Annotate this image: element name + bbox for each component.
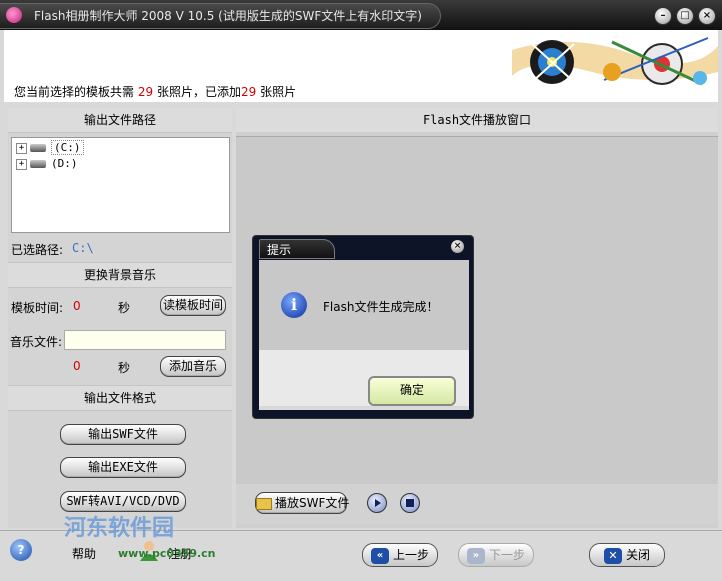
stop-button[interactable] — [400, 493, 420, 513]
info-icon: i — [281, 292, 307, 318]
export-exe-button[interactable]: 输出EXE文件 — [60, 457, 186, 478]
drive-label: (C:) — [51, 140, 84, 155]
prev-step-label: 上一步 — [392, 548, 429, 562]
music-file-input[interactable] — [64, 330, 226, 350]
expand-icon[interactable]: + — [16, 158, 27, 170]
close-button[interactable]: ✕ 关闭 — [589, 543, 665, 567]
drive-icon — [30, 144, 46, 152]
watermark-url: www.pc0359.cn — [118, 547, 216, 560]
next-step-button[interactable]: » 下一步 — [458, 543, 534, 567]
prev-arrow-icon: « — [370, 547, 389, 564]
music-file-label: 音乐文件: — [10, 335, 63, 349]
add-music-button[interactable]: 添加音乐 — [160, 356, 226, 377]
ok-button[interactable]: 确定 — [368, 376, 456, 406]
help-icon[interactable]: ? — [10, 539, 32, 561]
photos-needed-count: 29 — [137, 85, 154, 99]
title-bar[interactable]: Flash相册制作大师 2008 V 10.5 (试用版生成的SWF文件上有水印… — [0, 0, 722, 30]
stop-icon — [406, 499, 414, 507]
bg-music-header: 更换背景音乐 — [8, 262, 232, 288]
template-time-label: 模板时间: — [11, 301, 64, 315]
prev-step-button[interactable]: «上一步 — [362, 543, 438, 567]
window-title: Flash相册制作大师 2008 V 10.5 (试用版生成的SWF文件上有水印… — [34, 9, 422, 23]
dialog-title: 提示 — [267, 243, 292, 257]
drive-icon — [30, 160, 46, 168]
watermark-text: 河东软件园 — [64, 516, 175, 541]
template-time-value: 0 — [73, 299, 81, 313]
next-step-label: 下一步 — [488, 548, 525, 562]
play-swf-button[interactable]: 播放SWF文件 — [255, 492, 350, 514]
dialog-message: Flash文件生成完成！ — [323, 300, 439, 314]
maximize-button[interactable]: □ — [676, 7, 694, 25]
banner-image — [512, 32, 718, 94]
flash-player-area[interactable]: 提示 × i Flash文件生成完成！ 确定 — [236, 136, 718, 485]
play-icon — [375, 499, 381, 507]
header: 您当前选择的模板共需 29 张照片，已添加29 张照片 — [4, 30, 718, 102]
info-dialog: 提示 × i Flash文件生成完成！ 确定 — [252, 235, 474, 419]
photos-added-count: 29 — [240, 85, 257, 99]
template-time-unit: 秒 — [118, 301, 131, 315]
output-path-header: 输出文件路径 — [8, 108, 232, 133]
dialog-close-icon[interactable]: × — [451, 240, 464, 253]
expand-icon[interactable]: + — [16, 142, 27, 154]
read-template-time-button[interactable]: 读模板时间 — [160, 295, 226, 316]
status-suffix: 张照片 — [260, 85, 297, 99]
tree-item-d-drive[interactable]: + (D:) — [16, 156, 78, 172]
dialog-bottom-bar — [259, 406, 469, 410]
folder-icon — [256, 497, 272, 510]
play-button[interactable] — [367, 493, 387, 513]
play-swf-label: 播放SWF文件 — [275, 496, 350, 510]
minimize-button[interactable]: – — [654, 7, 672, 25]
left-panel: 输出文件路径 + (C:) + (D:) 已选路径: C:\ 更换背景音乐 模板时间… — [8, 108, 232, 528]
app-icon[interactable] — [6, 7, 22, 23]
flash-player-header: Flash文件播放窗口 — [236, 108, 718, 132]
tree-item-c-drive[interactable]: + (C:) — [16, 140, 84, 156]
right-panel: Flash文件播放窗口 提示 × i Flash文件生成完成！ 确定 播放SWF… — [236, 108, 718, 528]
music-length-value: 0 — [73, 359, 81, 373]
export-swf-button[interactable]: 输出SWF文件 — [60, 424, 186, 445]
status-mid: 张照片，已添加 — [156, 85, 241, 99]
help-label[interactable]: 帮助 — [72, 545, 96, 562]
player-controls: 播放SWF文件 — [236, 484, 718, 524]
close-icon: ✕ — [603, 547, 622, 564]
close-label: 关闭 — [625, 548, 650, 562]
swf-to-avi-button[interactable]: SWF转AVI/VCD/DVD — [60, 491, 186, 512]
drive-label: (D:) — [51, 157, 78, 170]
photo-count-status: 您当前选择的模板共需 29 张照片，已添加29 张照片 — [14, 83, 296, 100]
close-window-button[interactable]: × — [698, 7, 716, 25]
output-format-header: 输出文件格式 — [8, 385, 232, 411]
selected-path-value: C:\ — [72, 241, 94, 255]
music-length-unit: 秒 — [118, 361, 131, 375]
drive-tree[interactable]: + (C:) + (D:) — [11, 137, 230, 233]
status-prefix: 您当前选择的模板共需 — [14, 85, 135, 99]
selected-path-label: 已选路径: — [11, 243, 64, 257]
next-arrow-icon: » — [466, 547, 485, 564]
